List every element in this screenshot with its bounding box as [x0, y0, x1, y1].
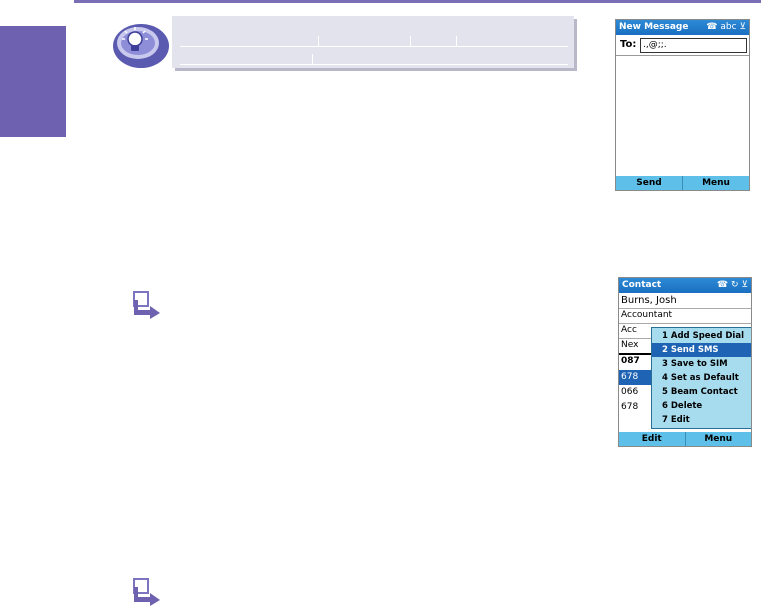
phone-row-left[interactable]: 678 [621, 372, 638, 382]
phone-row-left[interactable]: 087 [621, 356, 640, 366]
new-message-screen: New Message ☎ abc ⊻ To: .,@;;. Send Menu [615, 19, 750, 191]
menu-item-delete[interactable]: 6 Delete [652, 399, 751, 413]
menu-softkey[interactable]: Menu [684, 432, 752, 446]
menu-item-save-to-sim[interactable]: 3 Save to SIM [652, 357, 751, 371]
antenna-icon: ⊻ [739, 22, 746, 32]
tip-box [172, 16, 574, 68]
signal-icon: ☎ [706, 22, 718, 32]
contact-job: Accountant [621, 310, 673, 320]
softkey-bar: Send Menu [616, 176, 749, 190]
status-icons: ☎ abc ⊻ [706, 20, 746, 35]
arrow-icon [133, 578, 160, 606]
edit-softkey[interactable]: Edit [619, 432, 685, 446]
menu-item-edit[interactable]: 7 Edit [652, 413, 751, 427]
signal-icon: ☎ [716, 280, 729, 290]
to-label: To: [620, 39, 637, 50]
phone-row-left[interactable]: 678 [621, 402, 638, 412]
sync-icon: ↻ [730, 280, 739, 290]
send-softkey[interactable]: Send [616, 176, 682, 190]
menu-item-set-as-default[interactable]: 4 Set as Default [652, 371, 751, 385]
contact-screen: Contact ☎ ↻ ⊻ Burns, Josh Accountant Acc… [618, 277, 752, 447]
antenna-icon: ⊻ [741, 280, 748, 290]
top-rule [74, 0, 761, 3]
menu-item-add-speed-dial[interactable]: 1 Add Speed Dial [652, 329, 751, 343]
contact-name: Burns, Josh [621, 295, 677, 306]
menu-softkey[interactable]: Menu [682, 176, 749, 190]
status-icons: ☎ ↻ ⊻ [717, 278, 748, 293]
menu-item-send-sms[interactable]: 2 Send SMS [652, 343, 751, 357]
softkey-bar: Edit Menu [619, 432, 751, 446]
contact-row: Nex [621, 340, 639, 350]
phone-row-left[interactable]: 066 [621, 387, 638, 397]
lightbulb-icon [113, 24, 169, 68]
to-input[interactable]: .,@;;. [640, 38, 747, 53]
chapter-tab [0, 26, 66, 137]
menu-item-beam-contact[interactable]: 5 Beam Contact [652, 385, 751, 399]
input-mode: abc [720, 22, 737, 32]
contact-row: Acc [621, 325, 637, 335]
context-menu: 1 Add Speed Dial 2 Send SMS 3 Save to SI… [651, 327, 751, 429]
to-row: To: .,@;;. [616, 35, 749, 56]
arrow-icon [133, 291, 160, 319]
